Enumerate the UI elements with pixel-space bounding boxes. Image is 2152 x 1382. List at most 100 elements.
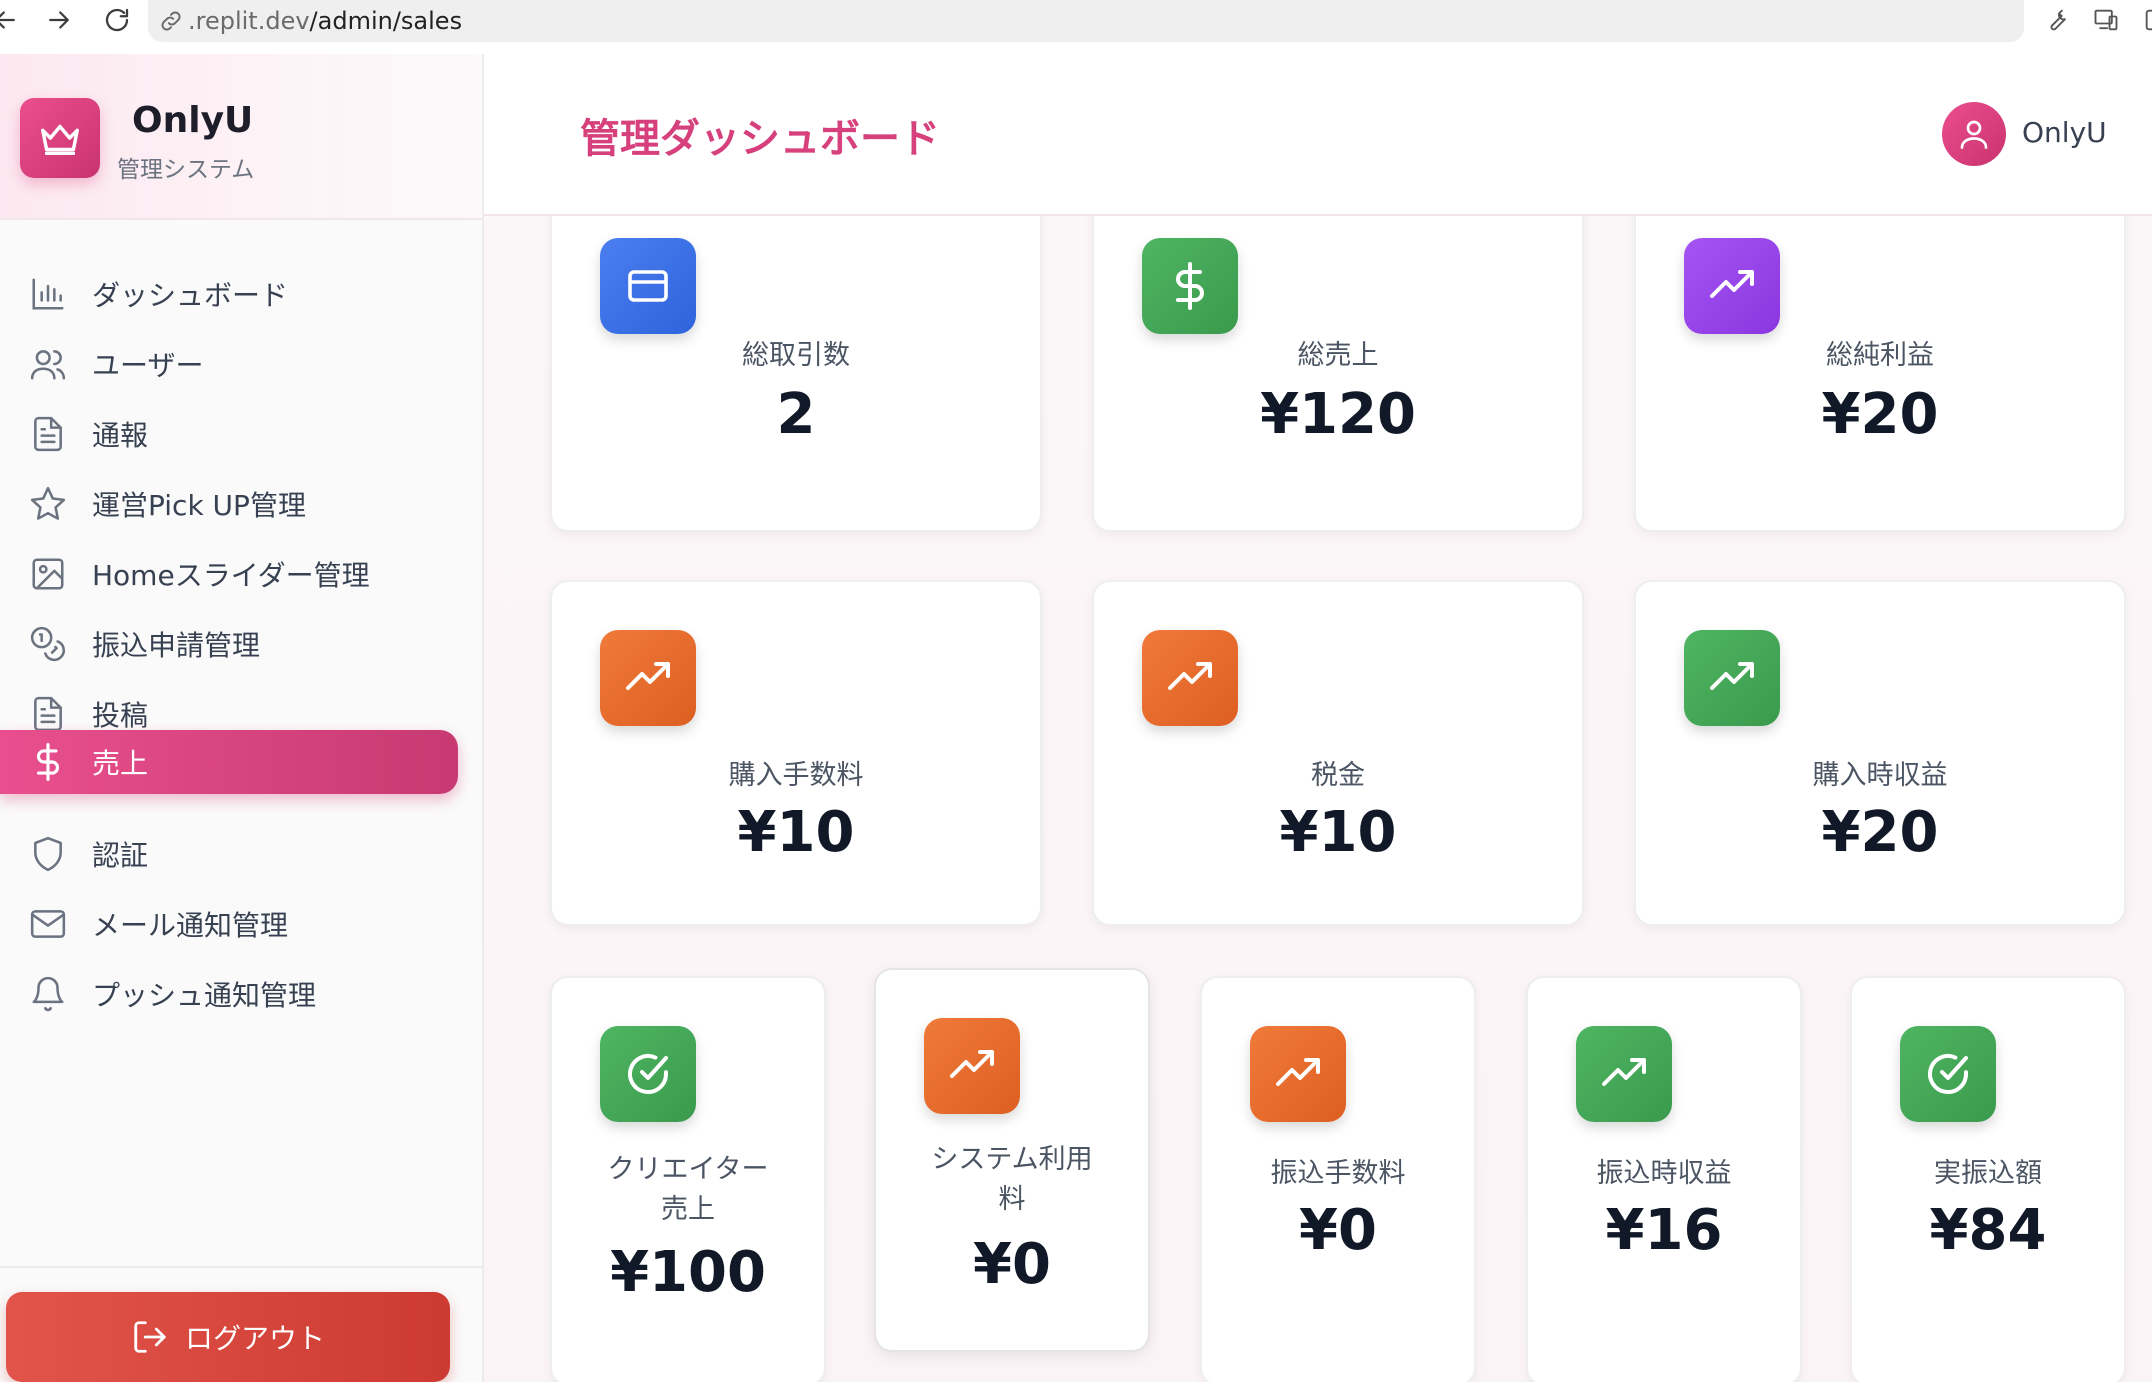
trending-up-icon (924, 1018, 1020, 1114)
stat-value: ¥0 (1299, 1198, 1377, 1263)
file-text-icon (28, 414, 68, 454)
user-name: OnlyU (2022, 116, 2107, 149)
brand-subtitle: 管理システム (117, 157, 255, 183)
sidebar-item-label: 通報 (92, 419, 149, 452)
dollar-icon (28, 742, 68, 782)
window-icon (2145, 9, 2152, 31)
url-path: /admin/sales (309, 7, 463, 35)
stat-value: ¥20 (1821, 382, 1939, 447)
browser-toolbar: .replit.dev/admin/sales (0, 0, 2152, 54)
image-icon (28, 554, 68, 594)
main-content: 総取引数 2 総売上 ¥120 総純利益 ¥20 購入手数料 ¥10 税金 ¥1… (484, 216, 2152, 1382)
url-domain: .replit.dev (188, 7, 310, 35)
sidebar-item-label: 運営Pick UP管理 (92, 489, 306, 522)
check-circle-icon (1900, 1026, 1996, 1122)
sidebar-item-label: ダッシュボード (92, 279, 289, 312)
mail-icon (28, 904, 68, 944)
stat-label: 総売上 (1297, 340, 1379, 371)
credit-card-icon (600, 238, 696, 334)
reload-button[interactable] (92, 0, 142, 40)
stat-label: 振込手数料 (1270, 1158, 1406, 1189)
arrow-left-icon (0, 11, 15, 29)
stat-label: システム利用料 (876, 1140, 1148, 1220)
stat-label: 振込時収益 (1596, 1158, 1732, 1189)
brand-header: OnlyU 管理システム (0, 54, 482, 220)
stat-card-total-net-profit: 総純利益 ¥20 (1634, 216, 2126, 532)
window-button[interactable] (2136, 2, 2152, 38)
stat-card-creator-sales: クリエイター 売上 ¥100 (550, 976, 826, 1382)
devtools-button[interactable] (2036, 2, 2076, 38)
stat-value: ¥0 (973, 1232, 1051, 1297)
stat-label: 税金 (1311, 760, 1365, 791)
stat-value: ¥20 (1821, 800, 1939, 865)
forward-button[interactable] (34, 0, 84, 40)
stat-card-tax: 税金 ¥10 (1092, 580, 1584, 926)
logout-button[interactable]: ログアウト (6, 1292, 450, 1382)
sidebar-item-label: 振込申請管理 (92, 629, 261, 662)
stat-card-purchase-fee: 購入手数料 ¥10 (550, 580, 1042, 926)
stat-label: 総純利益 (1826, 340, 1934, 371)
sidebar-item-label: 認証 (92, 839, 149, 872)
stat-value: ¥10 (737, 800, 855, 865)
bar-chart-icon (28, 274, 68, 314)
sidebar-item-label: 投稿 (92, 699, 149, 732)
sidebar-item-label: Homeスライダー管理 (92, 559, 370, 592)
sidebar-item-sales[interactable]: 売上 (0, 730, 458, 794)
page-header: 管理ダッシュボード OnlyU (484, 54, 2152, 216)
address-bar[interactable]: .replit.dev/admin/sales (148, 0, 2024, 42)
trending-up-icon (600, 630, 696, 726)
trending-up-icon (1142, 630, 1238, 726)
stat-value: ¥120 (1260, 382, 1416, 447)
stat-card-transfer-revenue: 振込時収益 ¥16 (1526, 976, 1802, 1382)
logout-area: ログアウト (0, 1266, 482, 1382)
logout-label: ログアウト (184, 1322, 325, 1355)
stat-card-system-fee: システム利用料 ¥0 (874, 968, 1150, 1352)
user-icon (1960, 120, 1988, 149)
stat-value: ¥84 (1929, 1198, 2047, 1263)
url-text: .replit.dev/admin/sales (188, 7, 462, 35)
sidebar-item-label: プッシュ通知管理 (92, 979, 317, 1012)
bell-icon (28, 974, 68, 1014)
trending-up-icon (1250, 1026, 1346, 1122)
avatar[interactable] (1942, 102, 2006, 166)
sidebar-item-label: ユーザー (92, 349, 204, 382)
star-icon (28, 484, 68, 524)
sidebar-item-push-notifications[interactable]: プッシュ通知管理 (0, 950, 458, 1038)
shield-icon (28, 834, 68, 874)
stat-label-line: 料 (998, 1184, 1026, 1215)
stat-card-transfer-fee: 振込手数料 ¥0 (1200, 976, 1476, 1382)
trending-up-icon (1576, 1026, 1672, 1122)
stat-label: 購入手数料 (728, 760, 864, 791)
sidebar: OnlyU 管理システム ダッシュボード ユーザー 通報 運営Pick UP管理… (0, 54, 484, 1382)
crown-icon (41, 124, 79, 156)
stat-value: 2 (776, 382, 816, 447)
brand-logo (20, 98, 100, 178)
stat-label-line: システム利用 (931, 1144, 1093, 1175)
wrench-icon (2050, 9, 2066, 31)
check-circle-icon (600, 1026, 696, 1122)
file-text-icon (28, 694, 68, 734)
stat-label: クリエイター 売上 (552, 1150, 824, 1230)
stat-card-total-sales: 総売上 ¥120 (1092, 216, 1584, 532)
responsive-view-button[interactable] (2086, 2, 2126, 38)
stat-label: 総取引数 (742, 340, 850, 371)
sidebar-item-label: メール通知管理 (92, 909, 289, 942)
trending-up-icon (1684, 238, 1780, 334)
stat-value: ¥10 (1279, 800, 1397, 865)
stat-value: ¥16 (1605, 1198, 1723, 1263)
coins-icon (28, 624, 68, 664)
stat-label: 実振込額 (1934, 1158, 2042, 1189)
users-icon (28, 344, 68, 384)
stat-value: ¥100 (610, 1240, 766, 1305)
stat-card-purchase-revenue: 購入時収益 ¥20 (1634, 580, 2126, 926)
stat-label: 購入時収益 (1812, 760, 1948, 791)
brand-name: OnlyU (132, 100, 254, 141)
reload-icon (105, 8, 129, 32)
link-icon (161, 11, 181, 31)
trending-up-icon (1684, 630, 1780, 726)
logout-icon (134, 1321, 166, 1353)
stat-label-line: クリエイター (607, 1154, 769, 1185)
stat-card-total-transactions: 総取引数 2 (550, 216, 1042, 532)
back-button[interactable] (0, 0, 30, 40)
page-title: 管理ダッシュボード (580, 116, 940, 162)
